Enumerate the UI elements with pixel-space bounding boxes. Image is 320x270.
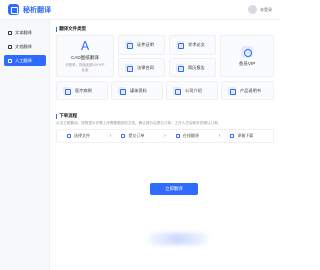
step-select-file: 选择文件 xyxy=(57,133,110,139)
media-icon xyxy=(118,86,126,95)
user-menu[interactable]: 未登录 xyxy=(248,5,272,14)
main-content: 翻译文件类型 CAD图纸翻译 识别率、排版还原100%不乱版 证件证明 学术论文… xyxy=(56,26,274,143)
company-icon xyxy=(173,86,181,95)
step-label: 选择文件 xyxy=(74,133,90,138)
sidebar-item-human-translate[interactable]: 人工翻译 xyxy=(4,55,46,66)
manual-icon xyxy=(228,86,236,95)
step-label: 提交订单 xyxy=(128,133,145,138)
download-icon xyxy=(230,134,235,138)
avatar[interactable] xyxy=(248,5,257,14)
cad-card[interactable]: CAD图纸翻译 识别率、排版还原100%不乱版 xyxy=(56,35,114,77)
card-manual[interactable]: 产品说明书 xyxy=(221,81,274,100)
vip-card[interactable]: 会员VIP xyxy=(220,35,274,77)
step-download: 译稿下载 xyxy=(220,133,273,139)
card-label: 简历报告 xyxy=(188,64,205,70)
document-icon xyxy=(8,44,12,49)
process-description: 点击立即翻译，按照提示步骤上传需要翻译的文档，确认报价后提交订单，工作人员会联系… xyxy=(56,121,222,125)
certificate-icon xyxy=(125,41,133,49)
file-icon xyxy=(67,134,71,138)
step-label: 在线翻译 xyxy=(182,133,199,138)
process-title: 下单流程 xyxy=(56,113,274,119)
cad-icon xyxy=(79,39,91,53)
text-icon xyxy=(8,30,12,35)
vip-title: 会员VIP xyxy=(238,60,256,66)
card-medical[interactable]: 医疗病例 xyxy=(56,81,108,100)
sidebar-item-text-translate[interactable]: 文本翻译 xyxy=(4,27,46,38)
types-section-title: 翻译文件类型 xyxy=(56,26,274,32)
card-academic[interactable]: 学术论文 xyxy=(169,35,216,55)
card-label: 医疗病例 xyxy=(75,87,92,93)
cad-title: CAD图纸翻译 xyxy=(70,55,100,61)
sidebar: 文本翻译 文档翻译 人工翻译 xyxy=(0,20,50,270)
logo-icon xyxy=(8,4,19,15)
card-certificate[interactable]: 证件证明 xyxy=(118,35,165,55)
process-steps: 选择文件 › 提交订单 › 在线翻译 › 译稿下载 xyxy=(56,129,274,143)
app-title: 秘析翻译 xyxy=(23,6,51,14)
card-label: 媒体资料 xyxy=(130,87,147,93)
step-submit-order: 提交订单 xyxy=(111,133,164,139)
academic-icon xyxy=(176,41,184,49)
top-bar: 秘析翻译 未登录 xyxy=(0,0,280,20)
blurred-banner xyxy=(148,233,208,245)
cad-subtitle: 识别率、排版还原100%不乱版 xyxy=(65,63,105,72)
card-label: 学术论文 xyxy=(188,42,205,47)
order-process: 下单流程 点击立即翻译，按照提示步骤上传需要翻译的文档，确认报价后提交订单，工作… xyxy=(56,113,274,143)
file-type-grid: CAD图纸翻译 识别率、排版还原100%不乱版 证件证明 学术论文 法律合同 简… xyxy=(56,35,274,135)
translate-icon xyxy=(175,134,180,138)
medical-icon xyxy=(63,86,71,95)
user-name[interactable]: 未登录 xyxy=(260,7,272,13)
person-icon xyxy=(8,58,12,63)
resume-icon xyxy=(176,63,184,72)
upload-button[interactable]: 立即翻译 xyxy=(150,183,198,195)
legal-icon xyxy=(125,63,133,72)
vip-icon xyxy=(241,45,253,58)
app-logo[interactable]: 秘析翻译 xyxy=(8,4,51,15)
sidebar-item-label: 人工翻译 xyxy=(15,57,32,63)
sidebar-item-doc-translate[interactable]: 文档翻译 xyxy=(4,41,46,52)
step-online-translate: 在线翻译 xyxy=(166,133,219,139)
card-company[interactable]: 公司介绍 xyxy=(166,81,218,100)
order-icon xyxy=(121,134,126,138)
step-label: 译稿下载 xyxy=(237,133,254,138)
card-label: 法律合同 xyxy=(137,64,154,70)
card-legal[interactable]: 法律合同 xyxy=(118,58,165,77)
card-media[interactable]: 媒体资料 xyxy=(111,81,163,100)
card-label: 产品说明书 xyxy=(240,87,261,93)
card-resume[interactable]: 简历报告 xyxy=(169,58,216,77)
sidebar-item-label: 文本翻译 xyxy=(15,29,32,35)
card-label: 证件证明 xyxy=(137,42,154,47)
card-label: 公司介绍 xyxy=(185,87,202,93)
sidebar-item-label: 文档翻译 xyxy=(15,43,32,49)
